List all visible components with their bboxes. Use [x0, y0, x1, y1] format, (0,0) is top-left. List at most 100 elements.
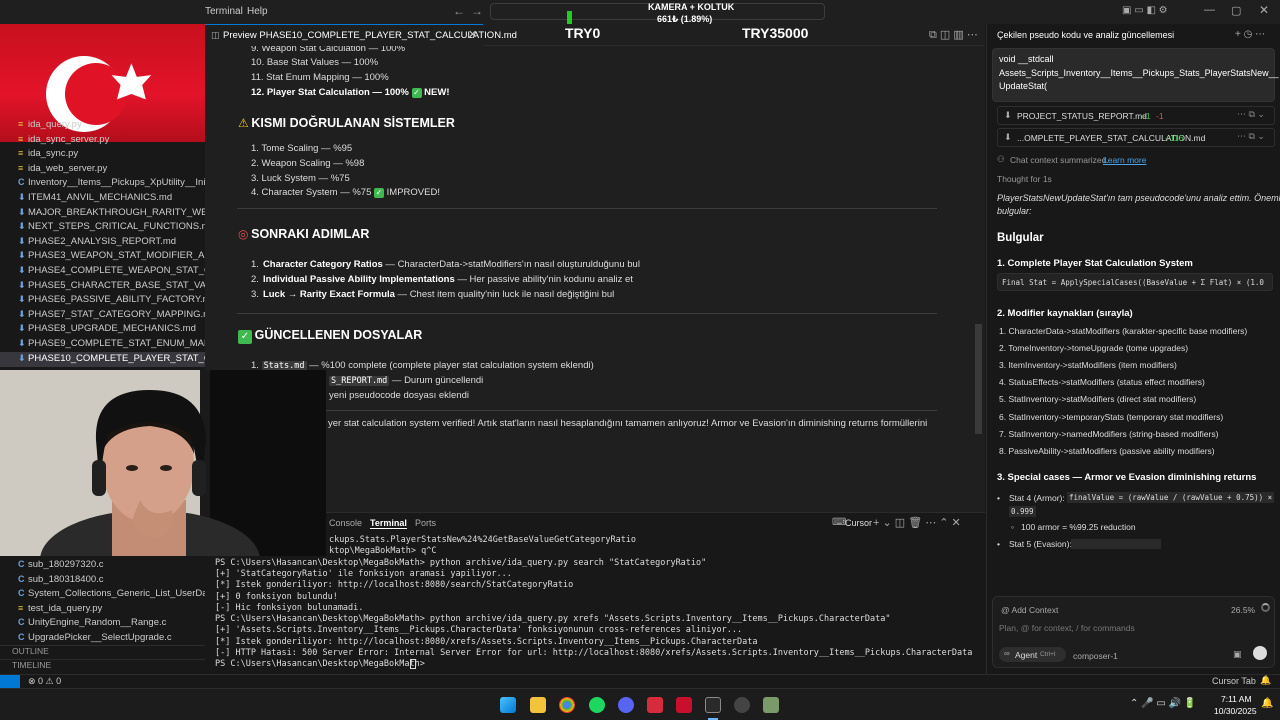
maximize-icon[interactable]: ▢ [1231, 4, 1241, 17]
app-figure-icon[interactable] [763, 697, 779, 713]
cursor-tab-status[interactable]: Cursor Tab [1212, 676, 1256, 686]
armor-sub: 100 armor = %99.25 reduction [1021, 522, 1136, 532]
file-item[interactable]: ≡ test_ida_query.py [0, 602, 205, 617]
chat-header-icons[interactable]: + ◷ ⋯ [1235, 29, 1265, 40]
terminal-line: ktop\MegaBokMath> q^C [329, 546, 437, 557]
add-context-button[interactable]: @ Add Context [1001, 605, 1058, 615]
file-name: PHASE6_PASSIVE_ABILITY_FACTORY.md [28, 294, 205, 306]
menu-help[interactable]: Help [247, 6, 268, 17]
close-window-icon[interactable]: ✕ [1259, 3, 1269, 17]
menu-terminal[interactable]: Terminal [205, 6, 243, 17]
next-step-title: Character Category Ratios [262, 259, 383, 270]
file-item[interactable]: ⬇PHASE9_COMPLETE_STAT_ENUM_MAPPING... [0, 337, 205, 352]
terminal-line: [-] HTTP Hatasi: 500 Server Error: Inter… [215, 648, 973, 658]
status-bar: ⊗ 0 ⚠ 0 Cursor Tab 🔔 [0, 674, 1280, 688]
python-file-icon: ≡ [18, 148, 24, 159]
tab-ports[interactable]: Ports [415, 518, 436, 528]
modifier-source-item: 5. StatInventory->statModifiers (direct … [999, 394, 1197, 405]
file-item[interactable]: ⬇PHASE5_CHARACTER_BASE_STAT_VALUES.md [0, 279, 205, 294]
close-tab-icon[interactable]: ✕ [468, 28, 477, 41]
file-item[interactable]: ≡ ida_query.py [0, 118, 205, 133]
forward-arrow-icon[interactable]: → [471, 4, 483, 18]
app-red-icon[interactable] [647, 697, 663, 713]
chip-actions-icons[interactable]: ⋯ ⧉ ⌄ [1237, 109, 1265, 120]
file-item[interactable]: C Inventory__Items__Pickups_XpUtility__In… [0, 176, 205, 191]
modifier-source-item: 4. StatusEffects->statModifiers (status … [999, 377, 1205, 388]
file-name: MAJOR_BREAKTHROUGH_RARITY_WEAPO... [28, 206, 205, 218]
tab-console[interactable]: Console [329, 518, 362, 528]
partial-item: 3. Luck System — %75 [251, 173, 350, 184]
discord-icon[interactable] [618, 697, 634, 713]
modifier-source-item: 1. CharacterData->statModifiers (karakte… [999, 326, 1248, 336]
windows-start-icon[interactable] [500, 697, 516, 713]
done-item: 11. Stat Enum Mapping — 100% [251, 72, 389, 83]
model-selector[interactable]: composer-1 [1073, 651, 1118, 661]
chat-input-box[interactable]: @ Add Context 26.5% Plan, @ for context,… [992, 596, 1275, 668]
taskbar-time[interactable]: 7:11 AM [1221, 694, 1252, 704]
user-message[interactable]: void __stdcall Assets_Scripts_Inventory_… [992, 48, 1279, 102]
image-attach-icon[interactable]: ▣ [1233, 649, 1242, 660]
terminal-line: PS C:\Users\Hasancan\Desktop\MegaBokMath… [215, 557, 707, 568]
outline-section[interactable]: OUTLINE [0, 645, 205, 660]
terminal-shell-label[interactable]: Cursor [845, 518, 872, 528]
terminal-actions-icons[interactable]: + ⌄ ◫ 🗑 ⋯ ⌃ ✕ [873, 516, 961, 529]
stop-button[interactable] [1253, 646, 1267, 660]
settings-gear-icon[interactable] [734, 697, 750, 713]
file-name: PHASE7_STAT_CATEGORY_MAPPING.md [28, 308, 205, 320]
notification-center-icon[interactable]: 🔔 [1261, 698, 1273, 709]
file-name: sub_180318400.c [28, 573, 104, 585]
file-item[interactable]: ⬇ NEXT_STEPS_CRITICAL_FUNCTIONS.md [0, 220, 205, 235]
file-item[interactable]: ⬇ ITEM41_ANVIL_MECHANICS.md [0, 191, 205, 206]
terminal-cursor[interactable] [410, 659, 416, 669]
app-stripes-icon[interactable] [676, 697, 692, 713]
ai-chat-panel: Çekilen pseudo kodu ve analiz güncelleme… [986, 24, 1280, 674]
back-arrow-icon[interactable]: ← [453, 4, 465, 18]
file-item[interactable]: ⬇PHASE10_COMPLETE_PLAYER_STAT_CALCU... [0, 351, 205, 367]
chat-input-placeholder[interactable]: Plan, @ for context, / for commands [999, 623, 1135, 633]
notifications-icon[interactable]: 🔔 [1260, 675, 1271, 686]
file-item[interactable]: C UnityEngine_Random__Range.c [0, 616, 205, 631]
file-explorer-icon[interactable] [530, 697, 546, 713]
bullet: ◦ [1011, 522, 1015, 532]
cursor-app-icon[interactable] [705, 697, 721, 713]
editor-scrollbar[interactable] [975, 324, 982, 434]
problems-count[interactable]: ⊗ 0 ⚠ 0 [28, 676, 61, 687]
file-item[interactable]: ⬇PHASE3_WEAPON_STAT_MODIFIER_ANALY... [0, 249, 205, 264]
file-item[interactable]: ⬇PHASE4_COMPLETE_WEAPON_STAT_CALCU... [0, 264, 205, 279]
infinity-icon: ∞ [1004, 649, 1010, 658]
file-item[interactable]: C UpgradePicker__SelectUpgrade.c [0, 631, 205, 646]
tab-preview-phase10[interactable]: ◫ Preview PHASE10_COMPLETE_PLAYER_STAT_C… [205, 24, 517, 46]
file-item[interactable]: ⬇ PHASE6_PASSIVE_ABILITY_FACTORY.md [0, 293, 205, 308]
minimize-icon[interactable]: — [1204, 4, 1215, 16]
c-file-icon: C [18, 632, 25, 642]
chrome-icon[interactable] [559, 697, 575, 713]
title-bar: Terminal Help ← → KAMERA + KOLTUK 661₺ (… [0, 0, 1280, 24]
spotify-icon[interactable] [589, 697, 605, 713]
file-item[interactable]: ≡ ida_sync_server.py [0, 133, 205, 148]
agent-mode-button[interactable]: ∞ Agent Ctrl+I [999, 647, 1066, 662]
file-item[interactable]: ⬇MAJOR_BREAKTHROUGH_RARITY_WEAPO... [0, 206, 205, 221]
tab-terminal[interactable]: Terminal [370, 518, 407, 529]
chip-actions-icons[interactable]: ⋯ ⧉ ⌄ [1237, 131, 1265, 142]
learn-more-link[interactable]: Learn more [1103, 155, 1146, 165]
user-message-line: Assets_Scripts_Inventory__Items__Pickups… [999, 68, 1279, 78]
file-item[interactable]: ⬇ PHASE2_ANALYSIS_REPORT.md [0, 235, 205, 250]
thought-label[interactable]: Thought for 1s [997, 174, 1052, 184]
file-item[interactable]: ⬇ PHASE8_UPGRADE_MECHANICS.md [0, 322, 205, 337]
file-item[interactable]: ≡ ida_sync.py [0, 147, 205, 162]
file-item[interactable]: ≡ ida_web_server.py [0, 162, 205, 177]
file-item[interactable]: Csub_180297320.c [0, 558, 205, 573]
file-item[interactable]: CSystem_Collections_Generic_List_UserDat… [0, 587, 205, 602]
editor-actions-icons[interactable]: ⧉ ◫ ▥ ⋯ [929, 28, 978, 42]
timeline-section[interactable]: TIMELINE [0, 659, 205, 674]
markdown-file-icon: ⬇ [18, 338, 26, 348]
tray-icons[interactable]: ⌃ 🎤 ▭ 🔊 🔋 [1130, 698, 1196, 709]
taskbar-date[interactable]: 10/30/2025 [1214, 706, 1257, 716]
file-item[interactable]: Csub_180318400.c [0, 573, 205, 588]
layout-icons[interactable]: ▣ ▭ ◧ ⚙ [1122, 5, 1168, 16]
file-change-chip[interactable]: ⬇ ...OMPLETE_PLAYER_STAT_CALCULATION.md … [997, 128, 1275, 147]
remote-indicator-icon[interactable] [0, 675, 20, 688]
file-item[interactable]: ⬇ PHASE7_STAT_CATEGORY_MAPPING.md [0, 308, 205, 323]
context-spinner-icon [1261, 603, 1270, 612]
file-change-chip[interactable]: ⬇ PROJECT_STATUS_REPORT.md +1 -1 ⋯ ⧉ ⌄ [997, 106, 1275, 125]
